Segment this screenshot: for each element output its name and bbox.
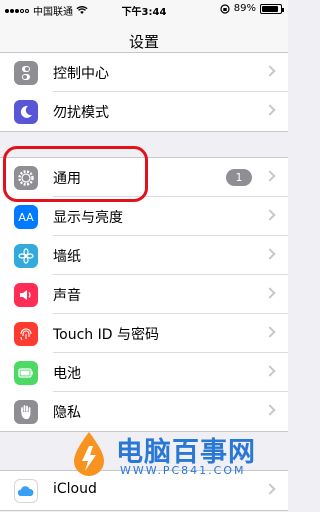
battery-percent: 89% — [233, 3, 256, 14]
row-label: 电池 — [53, 366, 81, 382]
watermark-url: WWW.PC841.COM — [120, 464, 246, 477]
flower-icon — [14, 244, 38, 268]
update-badge: 1 — [226, 169, 252, 186]
hand-icon — [14, 400, 38, 424]
row-display-brightness[interactable]: AA 显示与亮度 — [0, 197, 288, 236]
settings-group-1: 控制中心 勿扰模式 — [0, 52, 288, 132]
chevron-right-icon — [264, 326, 276, 338]
moon-icon — [14, 100, 38, 124]
row-label: 隐私 — [53, 405, 81, 421]
watermark-logo-icon — [74, 432, 104, 476]
fingerprint-icon — [14, 322, 38, 346]
chevron-right-icon — [264, 365, 276, 377]
battery-icon — [14, 361, 38, 385]
highlight-annotation — [3, 146, 148, 202]
chevron-right-icon — [264, 209, 276, 221]
chevron-right-icon — [264, 248, 276, 260]
row-do-not-disturb[interactable]: 勿扰模式 — [0, 92, 288, 131]
row-touch-id[interactable]: Touch ID 与密码 — [0, 314, 288, 353]
row-label: 声音 — [53, 288, 81, 304]
top-bar: 中国联通 下午3:44 89% 设置 — [0, 0, 288, 57]
row-label: 墙纸 — [53, 249, 81, 265]
row-label: 控制中心 — [53, 66, 109, 82]
battery-icon — [260, 3, 284, 14]
chevron-right-icon — [264, 287, 276, 299]
chevron-right-icon — [264, 404, 276, 416]
page-title: 设置 — [128, 33, 159, 51]
watermark: 电脑百事网 WWW.PC841.COM — [66, 424, 286, 484]
row-battery[interactable]: 电池 — [0, 353, 288, 392]
chevron-right-icon — [264, 65, 276, 77]
status-bar: 中国联通 下午3:44 89% — [0, 0, 288, 18]
row-label: Touch ID 与密码 — [53, 327, 159, 343]
cloud-icon — [14, 479, 38, 503]
speaker-icon — [14, 283, 38, 307]
text-size-icon: AA — [14, 205, 38, 229]
chevron-right-icon — [264, 104, 276, 116]
chevron-right-icon — [264, 170, 276, 182]
lock-rotation-icon — [220, 3, 230, 14]
toggle-icon — [14, 61, 38, 85]
row-label: 显示与亮度 — [53, 210, 123, 226]
row-sounds[interactable]: 声音 — [0, 275, 288, 314]
row-control-center[interactable]: 控制中心 — [0, 53, 288, 92]
row-wallpaper[interactable]: 墙纸 — [0, 236, 288, 275]
row-label: 勿扰模式 — [53, 105, 109, 121]
chevron-right-icon — [264, 483, 276, 495]
